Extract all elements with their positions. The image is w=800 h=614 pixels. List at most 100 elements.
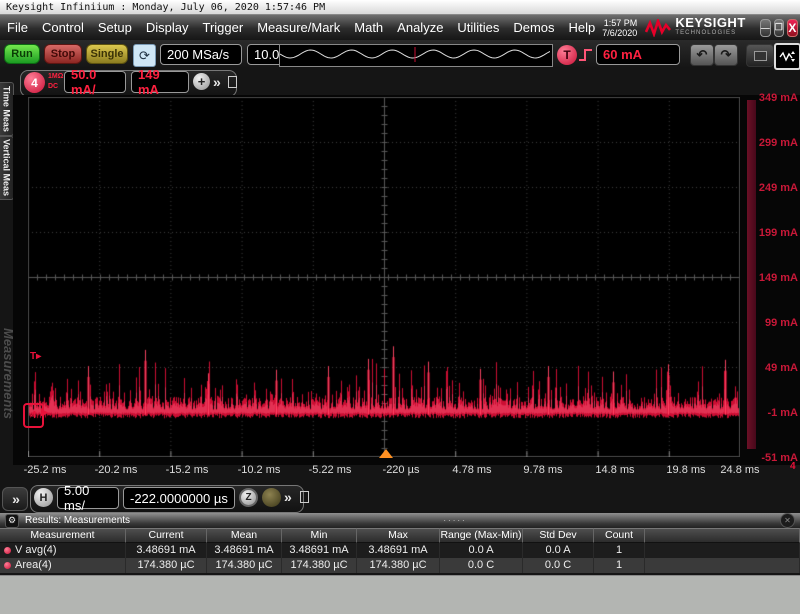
table-row[interactable]: Area(4) 174.380 µC 174.380 µC 174.380 µC…	[0, 558, 800, 573]
autoscale-icon	[779, 49, 796, 64]
channel-popout-icon[interactable]	[228, 76, 237, 88]
single-button[interactable]: Single	[86, 44, 128, 64]
col-min[interactable]: Min	[282, 528, 357, 543]
keysight-spark-icon	[645, 19, 671, 37]
stop-button[interactable]: Stop	[44, 44, 82, 64]
menu-display[interactable]: Display	[139, 20, 196, 35]
col-range[interactable]: Range (Max-Min)	[440, 528, 523, 543]
horizontal-popout-icon[interactable]	[300, 491, 309, 503]
single-label: Single	[90, 48, 123, 60]
brand-name: KEYSIGHT	[675, 17, 745, 28]
table-header-row: Measurement Current Mean Min Max Range (…	[0, 528, 800, 543]
redo-icon: ↷	[721, 47, 732, 63]
cell-max: 3.48691 mA	[357, 543, 440, 558]
menu-trigger[interactable]: Trigger	[195, 20, 250, 35]
undo-button[interactable]: ↶	[690, 44, 714, 66]
oscilloscope-app: Keysight Infiniium : Monday, July 06, 20…	[0, 0, 800, 614]
waveform-preview[interactable]	[279, 44, 553, 67]
minimize-icon: —	[761, 23, 770, 33]
expand-left-panel-button[interactable]: »	[2, 487, 28, 511]
menu-file[interactable]: File	[0, 20, 35, 35]
clear-display-button[interactable]: ⟳	[133, 44, 156, 67]
col-measurement[interactable]: Measurement	[0, 528, 126, 543]
add-waveform-button[interactable]: +	[193, 73, 210, 90]
cell-filler	[645, 543, 800, 558]
measurement-name: Area(4)	[15, 558, 52, 573]
col-filler	[645, 528, 800, 543]
channel-4-button[interactable]: 4	[24, 72, 45, 93]
timebase-position-value: -222.0000000 µs	[130, 491, 228, 506]
desktop-background	[0, 575, 800, 614]
menu-analyze[interactable]: Analyze	[390, 20, 450, 35]
window-title-bar[interactable]: Keysight Infiniium : Monday, July 06, 20…	[0, 0, 800, 15]
grip-dots[interactable]: ·····	[443, 516, 466, 525]
channel-offset-field[interactable]: 149 mA	[131, 71, 189, 93]
trigger-button[interactable]: T	[557, 45, 577, 65]
measurement-name: V avg(4)	[15, 543, 57, 558]
menu-utilities[interactable]: Utilities	[450, 20, 506, 35]
trigger-level-marker[interactable]: T▸	[30, 351, 41, 362]
channel-scale-value: 50.0 mA/	[71, 67, 119, 97]
results-gear-button[interactable]: ⚙	[5, 514, 19, 528]
menu-measure-mark[interactable]: Measure/Mark	[250, 20, 347, 35]
results-close-button[interactable]: ✕	[780, 513, 795, 528]
col-mean[interactable]: Mean	[207, 528, 282, 543]
menu-setup[interactable]: Setup	[91, 20, 139, 35]
display-button[interactable]	[746, 44, 774, 67]
menu-demos[interactable]: Demos	[506, 20, 561, 35]
channel-number: 4	[31, 76, 38, 90]
cell-mean: 174.380 µC	[207, 558, 282, 573]
horizontal-expand-button[interactable]: »	[284, 489, 290, 505]
tab-time-meas[interactable]: Time Meas	[0, 82, 14, 136]
gear-icon: ⚙	[8, 515, 16, 526]
coupling-badge[interactable]: 1MΩ DC	[48, 72, 63, 92]
h-letter: H	[40, 492, 48, 504]
channel-badge-bottom-right: 4	[790, 461, 796, 472]
col-stddev[interactable]: Std Dev	[523, 528, 594, 543]
autoscale-button[interactable]	[774, 43, 800, 70]
knob-button[interactable]	[262, 488, 281, 507]
clock: 1:57 PM 7/6/2020	[602, 18, 637, 38]
time-reference-marker[interactable]	[379, 449, 393, 458]
trigger-level-field[interactable]: 60 mA	[596, 44, 680, 65]
menu-help[interactable]: Help	[562, 20, 603, 35]
ground-marker-arrow-icon: ▶	[41, 407, 48, 418]
keysight-logo: KEYSIGHT TECHNOLOGIES	[645, 17, 745, 39]
rising-edge-icon	[578, 48, 594, 62]
cell-count: 1	[594, 543, 645, 558]
menu-control[interactable]: Control	[35, 20, 91, 35]
timebase-position-field[interactable]: -222.0000000 µs	[123, 487, 235, 509]
run-button[interactable]: Run	[4, 44, 40, 64]
trigger-level-value: 60 mA	[603, 47, 642, 62]
menu-bar: File Control Setup Display Trigger Measu…	[0, 15, 800, 40]
zoom-button[interactable]: Z	[239, 488, 258, 507]
minimize-button[interactable]: —	[760, 19, 771, 37]
x-axis-label: 19.8 ms	[659, 464, 713, 476]
waveform-display[interactable]	[28, 97, 740, 457]
horizontal-menu-button[interactable]: H	[34, 488, 53, 507]
maximize-button[interactable]: ❐	[774, 19, 784, 37]
col-current[interactable]: Current	[126, 528, 207, 543]
y-axis-label: 49 mA	[752, 362, 798, 374]
timebase-scale-field[interactable]: 5.00 ms/	[57, 487, 119, 509]
table-row[interactable]: V avg(4) 3.48691 mA 3.48691 mA 3.48691 m…	[0, 543, 800, 558]
sample-rate-value: 200 MSa/s	[167, 47, 229, 62]
col-count[interactable]: Count	[594, 528, 645, 543]
z-letter: Z	[245, 492, 251, 503]
tab-vertical-meas[interactable]: Vertical Meas	[0, 136, 14, 200]
channel-expand-button[interactable]: »	[213, 74, 219, 90]
channel-scale-field[interactable]: 50.0 mA/	[64, 71, 126, 93]
cell-stddev: 0.0 A	[523, 543, 594, 558]
col-max[interactable]: Max	[357, 528, 440, 543]
cell-filler	[645, 558, 800, 573]
x-axis-label: -25.2 ms	[18, 464, 72, 476]
x-axis-label: -5.22 ms	[303, 464, 357, 476]
sample-rate-field[interactable]: 200 MSa/s	[160, 44, 242, 65]
results-bar[interactable]: ⚙ Results: Measurements ····· ✕	[0, 513, 800, 528]
y-axis-label: 149 mA	[752, 272, 798, 284]
cell-count: 1	[594, 558, 645, 573]
menu-math[interactable]: Math	[347, 20, 390, 35]
redo-button[interactable]: ↷	[714, 44, 738, 66]
close-button[interactable]: X	[787, 19, 798, 37]
run-label: Run	[11, 48, 32, 60]
